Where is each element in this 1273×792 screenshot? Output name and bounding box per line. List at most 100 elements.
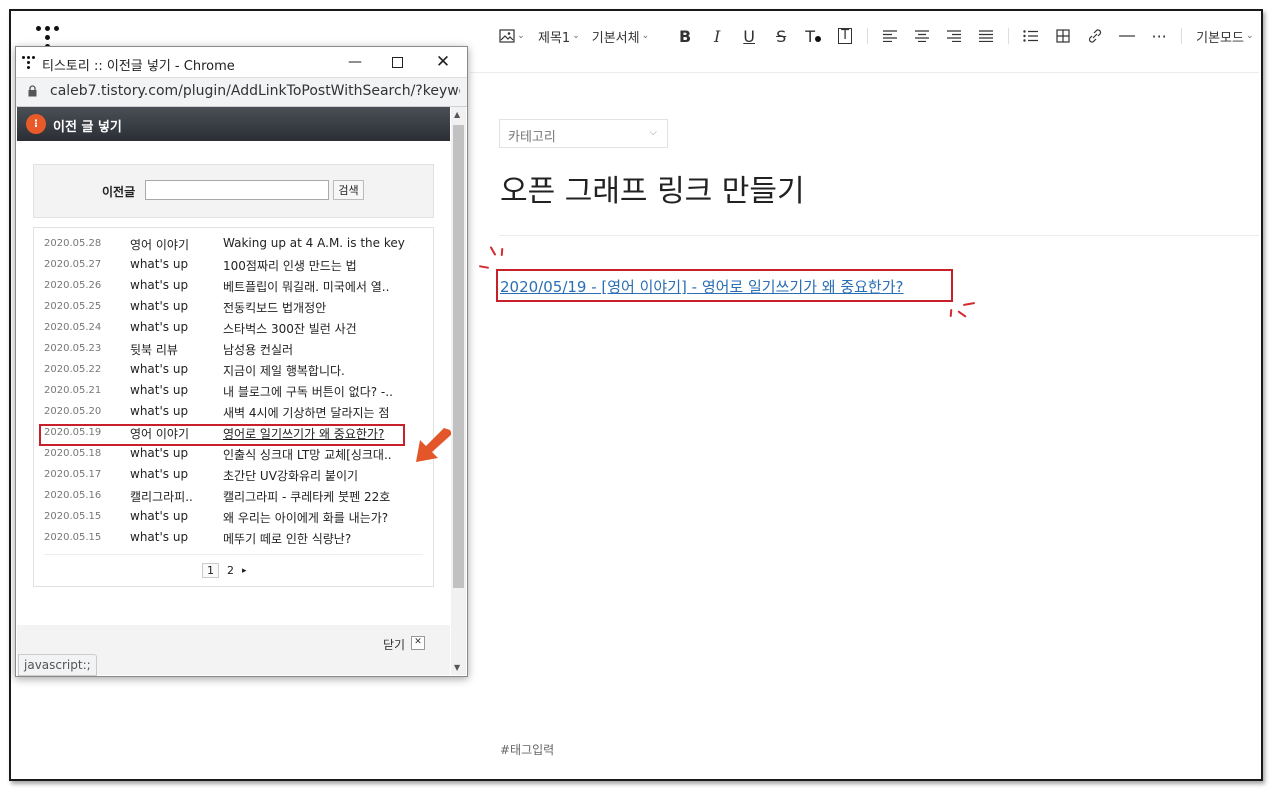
category-select[interactable]: 카테고리 ⌵ — [499, 119, 668, 148]
post-title[interactable]: 오픈 그래프 링크 만들기 — [500, 166, 805, 210]
post-date: 2020.05.22 — [44, 364, 102, 375]
strikethrough-button[interactable]: S — [771, 22, 791, 50]
status-bar: javascript:; — [18, 654, 97, 676]
post-title-link[interactable]: 내 블로그에 구독 버튼이 없다? -.. — [223, 383, 409, 400]
post-title-link[interactable]: 베트플립이 뭐길래. 미국에서 열.. — [223, 278, 409, 295]
list-divider — [44, 554, 423, 555]
post-title-link[interactable]: 인출식 싱크대 LT망 교체[싱크대.. — [223, 446, 409, 463]
divider-button[interactable] — [1117, 22, 1137, 50]
post-title-link[interactable]: 남성용 컨실러 — [223, 341, 409, 358]
scroll-thumb[interactable] — [453, 125, 464, 588]
text-color-button[interactable]: T — [803, 22, 823, 50]
search-button[interactable]: 검색 — [333, 180, 364, 200]
toolbar-divider-line — [470, 72, 1259, 73]
italic-button[interactable]: I — [707, 22, 727, 50]
post-row[interactable]: 2020.05.16 캘리그라피.. 캘리그라피 - 쿠레타케 붓펜 22호 — [44, 486, 424, 506]
more-button[interactable]: ··· — [1149, 22, 1169, 50]
text-background-button[interactable]: T — [835, 22, 855, 50]
align-center-button[interactable] — [912, 22, 932, 50]
list-icon — [1023, 30, 1039, 42]
inserted-post-link[interactable]: 2020/05/19 - [영어 이야기] - 영어로 일기쓰기가 왜 중요한가… — [500, 276, 904, 297]
minimize-icon: — — [348, 54, 362, 70]
post-title-link[interactable]: 메뚜기 떼로 인한 식량난? — [223, 530, 409, 547]
address-bar[interactable]: caleb7.tistory.com/plugin/AddLinkToPostW… — [16, 77, 467, 107]
post-title-link[interactable]: 스타벅스 300잔 빌런 사건 — [223, 320, 409, 337]
post-row[interactable]: 2020.05.27 what's up 100점짜리 인생 만드는 법 — [44, 255, 424, 275]
tag-input[interactable]: #태그입력 — [500, 741, 554, 758]
close-popup-icon[interactable]: ✕ — [411, 636, 425, 650]
scroll-up-icon[interactable]: ▲ — [454, 110, 460, 119]
post-row[interactable]: 2020.05.23 뒷북 리뷰 남성용 컨실러 — [44, 339, 424, 359]
chevron-down-icon: ⌄ — [572, 31, 580, 41]
link-button[interactable] — [1085, 22, 1105, 50]
post-date: 2020.05.21 — [44, 385, 102, 396]
post-date: 2020.05.25 — [44, 301, 102, 312]
next-page-icon[interactable]: ▸ — [242, 566, 247, 576]
post-row[interactable]: 2020.05.17 what's up 초간단 UV강화유리 붙이기 — [44, 465, 424, 485]
maximize-button[interactable] — [374, 47, 420, 77]
post-row[interactable]: 2020.05.24 what's up 스타벅스 300잔 빌런 사건 — [44, 318, 424, 338]
post-row[interactable]: 2020.05.26 what's up 베트플립이 뭐길래. 미국에서 열.. — [44, 276, 424, 296]
search-input[interactable] — [145, 180, 329, 200]
close-window-button[interactable]: ✕ — [420, 47, 466, 77]
close-popup-label[interactable]: 닫기 — [383, 636, 405, 653]
bold-button[interactable]: B — [675, 22, 695, 50]
chevron-down-icon: ⌄ — [517, 31, 525, 41]
popup-window-title: 티스토리 :: 이전글 넣기 - Chrome — [42, 59, 235, 74]
font-select[interactable]: 기본서체 ⌄ — [592, 22, 649, 50]
post-date: 2020.05.23 — [44, 343, 102, 354]
post-row[interactable]: 2020.05.15 what's up 메뚜기 떼로 인한 식량난? — [44, 528, 424, 548]
post-row[interactable]: 2020.05.18 what's up 인출식 싱크대 LT망 교체[싱크대.. — [44, 444, 424, 464]
underline-button[interactable]: U — [739, 22, 759, 50]
popup-window: 티스토리 :: 이전글 넣기 - Chrome — ✕ caleb7.tisto… — [15, 46, 468, 677]
post-date: 2020.05.27 — [44, 259, 102, 270]
toolbar-divider — [1181, 28, 1183, 44]
popup-scrollbar[interactable]: ▲ ▼ — [451, 107, 466, 675]
post-row[interactable]: 2020.05.22 what's up 지금이 제일 행복합니다. — [44, 360, 424, 380]
align-center-icon — [915, 30, 930, 42]
search-panel: 이전글 검색 — [33, 164, 434, 218]
post-title-link[interactable]: 전동킥보드 법개정안 — [223, 299, 409, 316]
post-title-link[interactable]: 새벽 4시에 기상하면 달라지는 점 — [223, 404, 409, 421]
chevron-down-icon: ⌵ — [649, 127, 657, 138]
post-title-link[interactable]: 100점짜리 인생 만드는 법 — [223, 257, 409, 274]
page-2-button[interactable]: 2 — [227, 564, 234, 577]
post-title-link[interactable]: 캘리그라피 - 쿠레타케 붓펜 22호 — [223, 488, 409, 505]
mode-select[interactable]: 기본모드 ⌄ — [1196, 22, 1253, 50]
post-title-link[interactable]: Waking up at 4 A.M. is the key t.. — [223, 236, 409, 250]
align-left-button[interactable] — [880, 22, 900, 50]
table-button[interactable] — [1053, 22, 1073, 50]
post-date: 2020.05.16 — [44, 490, 102, 501]
post-date: 2020.05.28 — [44, 238, 102, 249]
post-date: 2020.05.17 — [44, 469, 102, 480]
tistory-logo-icon[interactable] — [36, 24, 64, 49]
post-row[interactable]: 2020.05.20 what's up 새벽 4시에 기상하면 달라지는 점 — [44, 402, 424, 422]
post-category: what's up — [130, 278, 189, 292]
minimize-button[interactable]: — — [332, 47, 378, 77]
post-title-link[interactable]: 초간단 UV강화유리 붙이기 — [223, 467, 409, 484]
post-row[interactable]: 2020.05.28 영어 이야기 Waking up at 4 A.M. is t… — [44, 234, 424, 254]
scroll-down-icon[interactable]: ▼ — [454, 663, 460, 672]
post-date: 2020.05.15 — [44, 532, 102, 543]
post-row[interactable]: 2020.05.21 what's up 내 블로그에 구독 버튼이 없다? -.. — [44, 381, 424, 401]
mode-label: 기본모드 — [1196, 30, 1244, 46]
align-left-icon — [883, 30, 898, 42]
post-title-link[interactable]: 왜 우리는 아이에게 화를 내는가? — [223, 509, 409, 526]
post-date: 2020.05.24 — [44, 322, 102, 333]
popup-header: ⁝ 이전 글 넣기 — [17, 107, 450, 141]
post-row[interactable]: 2020.05.25 what's up 전동킥보드 법개정안 — [44, 297, 424, 317]
post-row[interactable]: 2020.05.15 what's up 왜 우리는 아이에게 화를 내는가? — [44, 507, 424, 527]
align-right-button[interactable] — [944, 22, 964, 50]
post-title-link[interactable]: 지금이 제일 행복합니다. — [223, 362, 409, 379]
toolbar-divider — [867, 28, 869, 44]
post-category: what's up — [130, 404, 189, 418]
chevron-down-icon: ⌄ — [641, 31, 650, 41]
bullet-list-button[interactable] — [1021, 22, 1041, 50]
page-1-button[interactable]: 1 — [202, 563, 219, 578]
align-justify-button[interactable] — [976, 22, 996, 50]
post-category: what's up — [130, 530, 189, 544]
heading-select[interactable]: 제목1 ⌄ — [538, 22, 580, 50]
popup-titlebar: 티스토리 :: 이전글 넣기 - Chrome — ✕ — [16, 47, 467, 77]
image-insert-button[interactable]: ⌄ — [498, 22, 526, 50]
title-divider — [499, 235, 1259, 236]
